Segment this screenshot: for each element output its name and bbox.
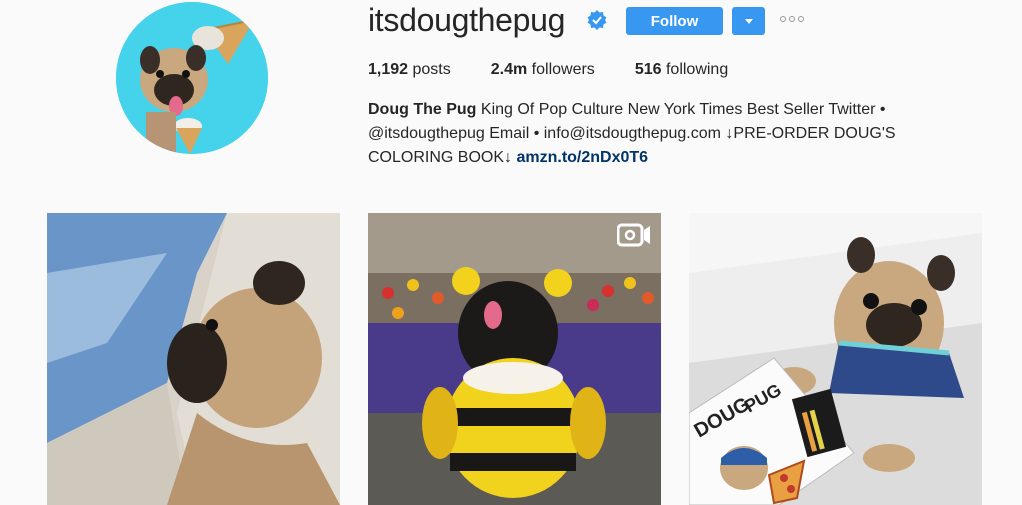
more-options-icon[interactable] [780,16,804,22]
post-tile[interactable] [368,213,661,505]
profile-stats: 1,192 posts 2.4m followers 516 following [368,60,768,80]
profile-bio: Doug The Pug King Of Pop Culture New Yor… [368,98,928,170]
bio-text: COLORING BOOK↓ [368,149,513,166]
chevron-down-icon [744,18,753,24]
bio-handle-link[interactable]: @itsdougthepug [368,125,485,142]
followers-stat[interactable]: 2.4m followers [491,60,595,80]
bio-text: King Of Pop Culture New York Times Best … [480,101,886,118]
following-stat[interactable]: 516 following [635,60,728,80]
bio-external-link[interactable]: amzn.to/2nDx0T6 [516,149,648,166]
posts-stat: 1,192 posts [368,61,451,78]
profile-username: itsdougthepug [368,2,566,38]
profile-avatar[interactable] [116,2,268,154]
post-tile[interactable] [47,213,340,505]
bio-text: Email • info@itsdougthepug.com ↓PRE-ORDE… [489,125,896,142]
suggested-dropdown-button[interactable] [732,7,765,35]
video-icon [617,223,651,247]
bio-name: Doug The Pug [368,101,477,118]
post-tile[interactable]: DOUG PUG [689,213,982,505]
follow-button[interactable]: Follow [626,7,723,35]
verified-badge-icon [587,10,607,30]
